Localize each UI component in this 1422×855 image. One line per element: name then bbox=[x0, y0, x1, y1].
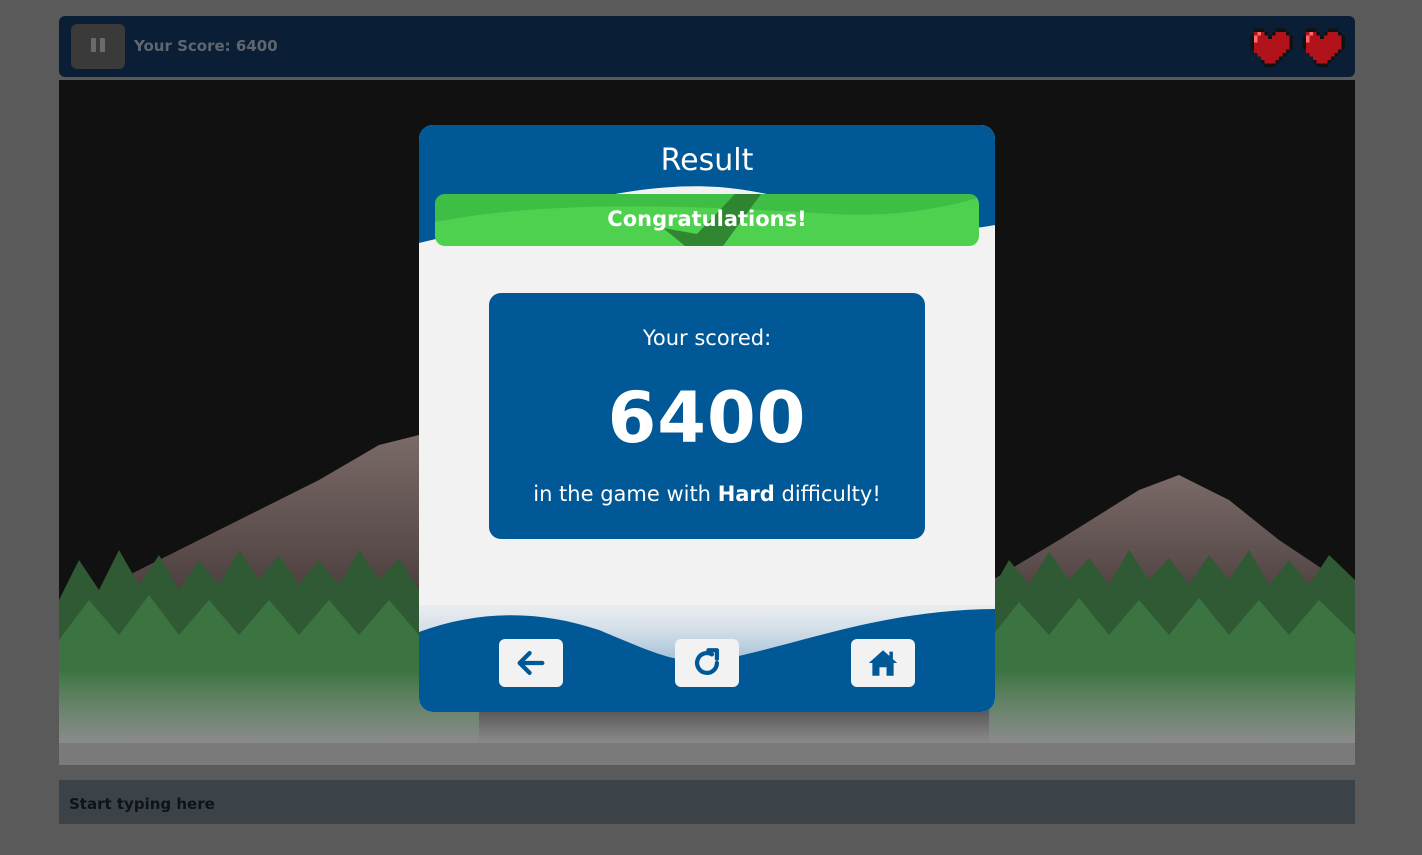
difficulty-suffix: difficulty! bbox=[781, 482, 881, 506]
typing-placeholder: Start typing here bbox=[69, 795, 215, 813]
restart-button[interactable] bbox=[675, 639, 739, 687]
difficulty-line: in the game with Hard difficulty! bbox=[489, 482, 925, 506]
lives-display bbox=[1247, 23, 1345, 69]
typing-input[interactable]: Start typing here bbox=[59, 780, 1355, 824]
difficulty-value: Hard bbox=[717, 482, 775, 506]
redo-icon bbox=[694, 648, 720, 675]
pause-icon bbox=[89, 37, 107, 56]
result-modal: Result Congratulations! Your scored: 640… bbox=[419, 125, 995, 712]
scored-label: Your scored: bbox=[642, 326, 772, 350]
heart-icon bbox=[1302, 28, 1345, 68]
arrow-left-icon bbox=[517, 650, 545, 676]
score-card: Your scored: 6400 in the game with Hard … bbox=[489, 293, 925, 539]
congratulations-banner: Congratulations! bbox=[435, 194, 979, 246]
modal-title: Result bbox=[660, 143, 754, 178]
difficulty-prefix: in the game with bbox=[533, 482, 711, 506]
pause-button[interactable] bbox=[71, 24, 125, 69]
heart-icon bbox=[1250, 28, 1293, 68]
home-icon bbox=[868, 650, 898, 676]
back-button[interactable] bbox=[499, 639, 563, 687]
final-score: 6400 bbox=[607, 377, 807, 459]
home-button[interactable] bbox=[851, 639, 915, 687]
ground-strip bbox=[59, 743, 1355, 765]
top-hud: Your Score: 6400 bbox=[59, 16, 1355, 77]
hud-score: Your Score: 6400 bbox=[134, 37, 278, 55]
banner-text: Congratulations! bbox=[607, 207, 807, 231]
